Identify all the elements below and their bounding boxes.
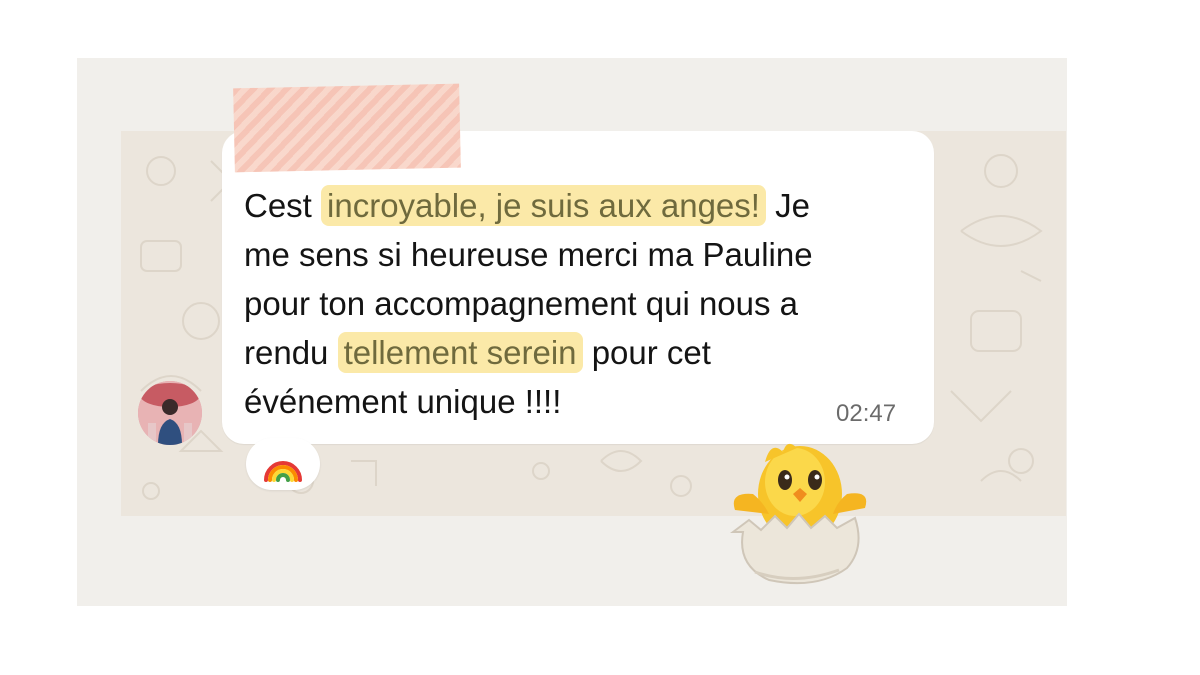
message-line: événement unique !!!! — [244, 383, 562, 420]
highlighted-phrase: incroyable, je suis aux anges! — [321, 185, 766, 226]
hatching-chick-icon — [715, 422, 880, 592]
avatar[interactable] — [138, 381, 202, 445]
redaction-tape — [233, 83, 461, 173]
reaction-pill[interactable] — [246, 438, 320, 490]
message-text: Cest incroyable, je suis aux anges! Je m… — [244, 181, 924, 426]
rainbow-icon — [264, 461, 302, 482]
message-line: rendu tellement serein pour cet — [244, 332, 711, 373]
message-line: pour ton accompagnement qui nous a — [244, 285, 799, 322]
message-line: me sens si heureuse merci ma Pauline — [244, 236, 813, 273]
highlighted-phrase: tellement serein — [337, 332, 583, 373]
message-line: Cest incroyable, je suis aux anges! Je — [244, 185, 810, 226]
